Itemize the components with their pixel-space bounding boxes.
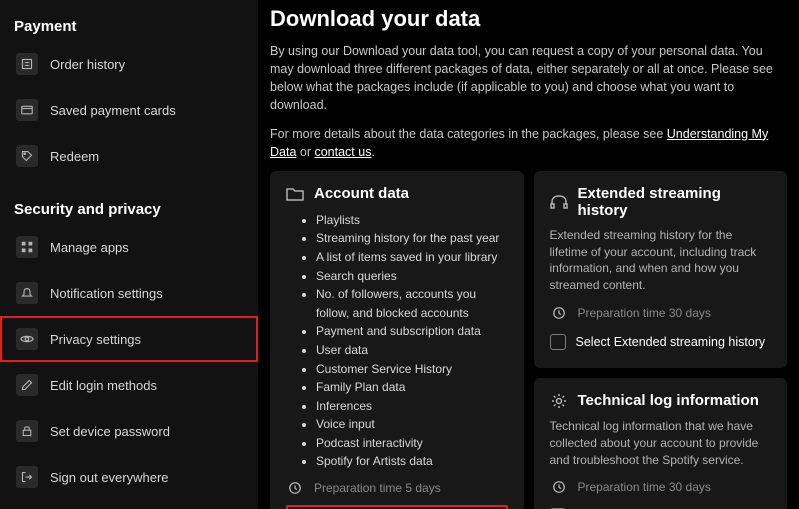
card-title: Technical log information bbox=[578, 392, 759, 409]
eye-icon bbox=[16, 328, 38, 350]
select-extended-history[interactable]: Select Extended streaming history bbox=[550, 330, 772, 354]
page-title: Download your data bbox=[270, 6, 787, 32]
nav-login-methods[interactable]: Edit login methods bbox=[0, 362, 258, 408]
tag-icon bbox=[16, 145, 38, 167]
desc-text: or bbox=[296, 145, 314, 159]
prep-text: Preparation time 5 days bbox=[314, 481, 441, 495]
list-item: No. of followers, accounts you follow, a… bbox=[316, 285, 508, 322]
list-item: Search queries bbox=[316, 267, 508, 286]
checkbox-icon[interactable] bbox=[550, 334, 566, 350]
card-title: Account data bbox=[314, 185, 409, 202]
section-title-payment: Payment bbox=[0, 8, 258, 41]
clock-icon bbox=[550, 478, 568, 496]
nav-label: Notification settings bbox=[50, 286, 163, 301]
page-desc-1: By using our Download your data tool, yo… bbox=[270, 42, 787, 115]
list-item: User data bbox=[316, 341, 508, 360]
headphones-icon bbox=[550, 193, 568, 211]
nav-notifications[interactable]: Notification settings bbox=[0, 270, 258, 316]
list-item: Streaming history for the past year bbox=[316, 229, 508, 248]
nav-privacy-settings[interactable]: Privacy settings bbox=[0, 316, 258, 362]
desc-text: . bbox=[371, 145, 374, 159]
lock-icon bbox=[16, 420, 38, 442]
nav-sign-out[interactable]: Sign out everywhere bbox=[0, 454, 258, 500]
bell-icon bbox=[16, 282, 38, 304]
main-content: Download your data By using our Download… bbox=[258, 0, 799, 509]
list-item: Customer Service History bbox=[316, 360, 508, 379]
link-contact[interactable]: contact us bbox=[314, 145, 371, 159]
clock-icon bbox=[286, 479, 304, 497]
nav-label: Saved payment cards bbox=[50, 103, 176, 118]
select-account-data[interactable]: ✓ Select Account data bbox=[286, 505, 508, 509]
pencil-icon bbox=[16, 374, 38, 396]
list-item: Voice input bbox=[316, 415, 508, 434]
nav-label: Redeem bbox=[50, 149, 99, 164]
list-item: Spotify for Artists data bbox=[316, 452, 508, 471]
list-item: Playlists bbox=[316, 211, 508, 230]
nav-label: Privacy settings bbox=[50, 332, 141, 347]
folder-icon bbox=[286, 185, 304, 203]
card-desc: Extended streaming history for the lifet… bbox=[550, 227, 772, 294]
list-item: Inferences bbox=[316, 397, 508, 416]
signout-icon bbox=[16, 466, 38, 488]
grid-icon bbox=[16, 236, 38, 258]
list-item: Payment and subscription data bbox=[316, 322, 508, 341]
select-label: Select Extended streaming history bbox=[576, 335, 766, 349]
list-item: A list of items saved in your library bbox=[316, 248, 508, 267]
nav-saved-cards[interactable]: Saved payment cards bbox=[0, 87, 258, 133]
desc-text: For more details about the data categori… bbox=[270, 127, 667, 141]
select-technical-log[interactable]: Select Technical log information bbox=[550, 504, 772, 509]
sidebar: Payment Order history Saved payment card… bbox=[0, 0, 258, 509]
card-technical-log: Technical log information Technical log … bbox=[534, 378, 788, 509]
nav-device-password[interactable]: Set device password bbox=[0, 408, 258, 454]
nav-manage-apps[interactable]: Manage apps bbox=[0, 224, 258, 270]
nav-label: Sign out everywhere bbox=[50, 470, 169, 485]
nav-label: Set device password bbox=[50, 424, 170, 439]
nav-order-history[interactable]: Order history bbox=[0, 41, 258, 87]
list-item: Podcast interactivity bbox=[316, 434, 508, 453]
account-items-list: PlaylistsStreaming history for the past … bbox=[286, 211, 508, 471]
page-desc-2: For more details about the data categori… bbox=[270, 125, 787, 161]
nav-label: Edit login methods bbox=[50, 378, 157, 393]
prep-text: Preparation time 30 days bbox=[578, 480, 711, 494]
prep-text: Preparation time 30 days bbox=[578, 306, 711, 320]
clock-icon bbox=[550, 304, 568, 322]
receipt-icon bbox=[16, 53, 38, 75]
gear-icon bbox=[550, 392, 568, 410]
card-account-data: Account data PlaylistsStreaming history … bbox=[270, 171, 524, 509]
nav-label: Manage apps bbox=[50, 240, 129, 255]
card-desc: Technical log information that we have c… bbox=[550, 418, 772, 468]
card-icon bbox=[16, 99, 38, 121]
card-extended-history: Extended streaming history Extended stre… bbox=[534, 171, 788, 368]
nav-redeem[interactable]: Redeem bbox=[0, 133, 258, 179]
card-title: Extended streaming history bbox=[578, 185, 772, 219]
list-item: Family Plan data bbox=[316, 378, 508, 397]
nav-label: Order history bbox=[50, 57, 125, 72]
section-title-security: Security and privacy bbox=[0, 191, 258, 224]
